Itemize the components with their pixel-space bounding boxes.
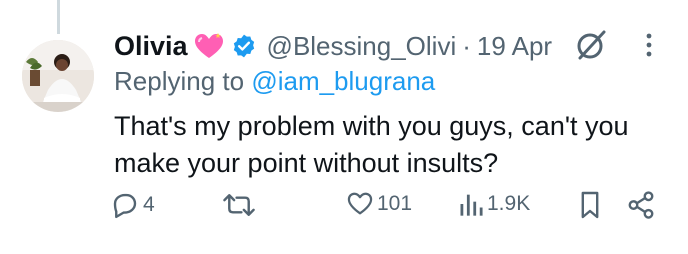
author-handle[interactable]: @Blessing_Olivi bbox=[267, 31, 457, 62]
views-button[interactable]: 1.9K bbox=[458, 190, 530, 218]
replying-to-label: Replying to bbox=[114, 66, 245, 96]
bookmark-icon bbox=[581, 191, 599, 219]
more-options-icon[interactable] bbox=[644, 32, 654, 63]
like-icon bbox=[347, 192, 373, 215]
grok-icon[interactable] bbox=[574, 28, 608, 67]
share-button[interactable] bbox=[626, 190, 656, 220]
retweet-button[interactable] bbox=[222, 190, 259, 220]
like-count: 101 bbox=[377, 192, 413, 215]
views-icon bbox=[460, 194, 483, 216]
tweet-text: That's my problem with you guys, can't y… bbox=[114, 111, 629, 178]
heart-icon bbox=[193, 32, 225, 60]
avatar[interactable] bbox=[22, 40, 94, 112]
replying-to: Replying to @iam_blugrana bbox=[114, 62, 435, 100]
like-button[interactable]: 101 bbox=[346, 190, 412, 218]
reply-icon bbox=[113, 193, 137, 219]
author-name[interactable]: Olivia bbox=[114, 31, 188, 62]
tweet-header: Olivia @Blessing_Olivi · 19 Apr bbox=[114, 26, 552, 66]
retweet-icon bbox=[223, 194, 255, 216]
share-icon bbox=[628, 191, 654, 219]
tweet-date[interactable]: 19 Apr bbox=[477, 31, 552, 62]
reply-button[interactable]: 4 bbox=[110, 190, 155, 220]
header-separator: · bbox=[462, 30, 471, 61]
replying-to-handle[interactable]: @iam_blugrana bbox=[251, 66, 435, 96]
bookmark-button[interactable] bbox=[578, 190, 602, 220]
avatar-image bbox=[22, 40, 94, 112]
reply-count: 4 bbox=[143, 193, 155, 216]
verified-badge-icon[interactable] bbox=[231, 33, 257, 59]
thread-line bbox=[57, 0, 60, 34]
views-count: 1.9K bbox=[487, 192, 531, 215]
